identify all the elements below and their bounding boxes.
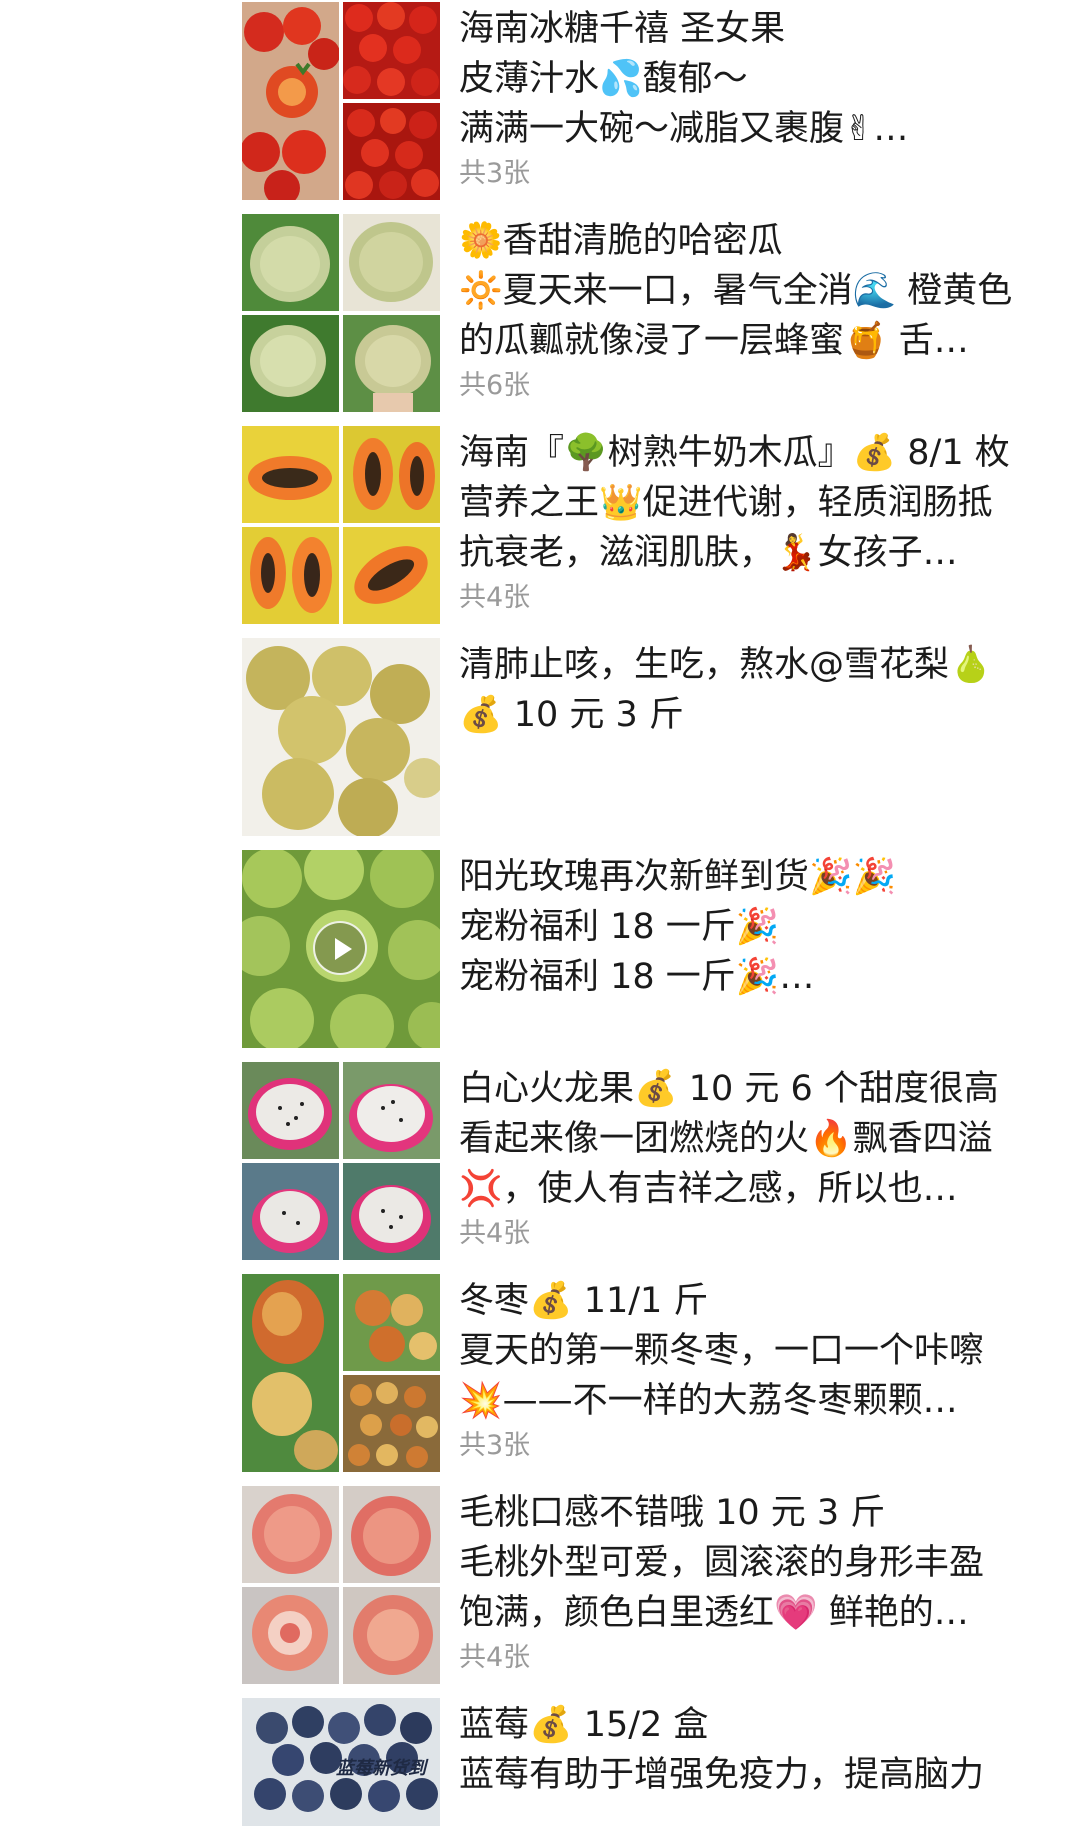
post-text-line: 蓝莓💰 15/2 盒 (459, 1705, 709, 1745)
thumb-caption: 蓝莓新货到 (336, 1758, 426, 1779)
photo-jujube-2[interactable] (343, 1274, 440, 1371)
post-text-line: 白心火龙果💰 10 元 6 个甜度很高 (459, 1069, 999, 1109)
photo-papaya-2[interactable] (343, 426, 440, 523)
photo-count: 共3张 (459, 158, 531, 189)
photo-papaya-1[interactable] (242, 426, 339, 523)
photo-peach-3[interactable] (242, 1587, 339, 1684)
post-text-line: 营养之王👑促进代谢，轻质润肠抵 (459, 483, 993, 523)
post-winter-jujube[interactable]: 冬枣💰 11/1 斤 夏天的第一颗冬枣，一口一个咔嚓 💥——不一样的大荔冬枣颗颗… (242, 1274, 1042, 1474)
post-text-line: 海南冰糖千禧 圣女果 (459, 9, 786, 49)
photo-count: 共3张 (459, 1430, 531, 1461)
photo-dragonfruit-1[interactable] (242, 1062, 339, 1159)
post-text-line: 海南『🌳树熟牛奶木瓜』💰 8/1 枚 (459, 433, 1010, 473)
post-text-line: 💢，使人有吉祥之感，所以也… (459, 1169, 958, 1209)
photo-peach-1[interactable] (242, 1486, 339, 1583)
post-text-line: 💥——不一样的大荔冬枣颗颗… (459, 1381, 958, 1421)
post-text-line: 宠粉福利 18 一斤🎉… (459, 957, 815, 997)
photo-grid[interactable] (242, 426, 440, 624)
post-snow-pear[interactable]: 清肺止咳，生吃，熬水@雪花梨🍐 💰 10 元 3 斤 (242, 638, 1042, 838)
photo-single[interactable]: 蓝莓新货到 (242, 1698, 440, 1826)
post-blueberry[interactable]: 蓝莓新货到 蓝莓💰 15/2 盒 蓝莓有助于增强免疫力，提高脑力 (242, 1698, 1042, 1826)
post-text-line: 皮薄汁水💦馥郁～ (459, 59, 748, 99)
post-text-line: 🔆夏天来一口，暑气全消🌊 橙黄色 (459, 271, 1013, 311)
post-text-line: 冬枣💰 11/1 斤 (459, 1281, 709, 1321)
photo-dragonfruit-2[interactable] (343, 1062, 440, 1159)
post-text-line: 饱满，颜色白里透红💗 鲜艳的… (459, 1593, 969, 1633)
post-shine-muscat[interactable]: 阳光玫瑰再次新鲜到货🎉🎉 宠粉福利 18 一斤🎉 宠粉福利 18 一斤🎉… (242, 850, 1042, 1050)
post-text-line: 清肺止咳，生吃，熬水@雪花梨🍐 (459, 645, 993, 685)
photo-melon-4[interactable] (343, 315, 440, 412)
video-thumbnail[interactable] (242, 850, 440, 1048)
post-papaya[interactable]: 海南『🌳树熟牛奶木瓜』💰 8/1 枚 营养之王👑促进代谢，轻质润肠抵 抗衰老，滋… (242, 426, 1042, 626)
photo-peach-2[interactable] (343, 1486, 440, 1583)
photo-pear[interactable] (242, 638, 440, 836)
post-text-line: 毛桃口感不错哦 10 元 3 斤 (459, 1493, 886, 1533)
photo-grid[interactable] (242, 1274, 440, 1472)
photo-melon-1[interactable] (242, 214, 339, 311)
photo-grid[interactable] (242, 1062, 440, 1260)
photo-grid[interactable] (242, 2, 440, 200)
moments-feed: 海南冰糖千禧 圣女果 皮薄汁水💦馥郁～ 满满一大碗～减脂又裹腹✌… 共3张 🌼香… (0, 0, 1080, 1826)
photo-single[interactable] (242, 638, 440, 836)
post-text-line: 的瓜瓤就像浸了一层蜂蜜🍯 舌… (459, 321, 969, 361)
photo-count: 共4张 (459, 1218, 531, 1249)
photo-tomato-1[interactable] (242, 2, 339, 200)
photo-melon-2[interactable] (343, 214, 440, 311)
post-text-line: 毛桃外型可爱，圆滚滚的身形丰盈 (459, 1543, 985, 1583)
post-cherry-tomato[interactable]: 海南冰糖千禧 圣女果 皮薄汁水💦馥郁～ 满满一大碗～减脂又裹腹✌… 共3张 (242, 2, 1042, 202)
post-peach[interactable]: 毛桃口感不错哦 10 元 3 斤 毛桃外型可爱，圆滚滚的身形丰盈 饱满，颜色白里… (242, 1486, 1042, 1686)
post-text-line: 宠粉福利 18 一斤🎉 (459, 907, 780, 947)
photo-dragonfruit-3[interactable] (242, 1163, 339, 1260)
photo-tomato-3[interactable] (343, 103, 440, 200)
photo-dragonfruit-4[interactable] (343, 1163, 440, 1260)
post-text-line: 蓝莓有助于增强免疫力，提高脑力 (459, 1755, 985, 1795)
photo-grid[interactable] (242, 214, 440, 412)
photo-melon-3[interactable] (242, 315, 339, 412)
post-text-line: 抗衰老，滋润肌肤，💃女孩子… (459, 533, 958, 573)
photo-peach-4[interactable] (343, 1587, 440, 1684)
photo-count: 共6张 (459, 370, 531, 401)
post-text-line: 满满一大碗～减脂又裹腹✌… (459, 109, 909, 149)
photo-papaya-3[interactable] (242, 527, 339, 624)
post-text-line: 阳光玫瑰再次新鲜到货🎉🎉 (459, 857, 897, 897)
photo-jujube-3[interactable] (343, 1375, 440, 1472)
post-text-line: 🌼香甜清脆的哈密瓜 (459, 221, 783, 261)
post-text-line: 看起来像一团燃烧的火🔥飘香四溢 (459, 1119, 993, 1159)
post-text-line: 💰 10 元 3 斤 (459, 695, 684, 735)
photo-jujube-1[interactable] (242, 1274, 339, 1472)
photo-count: 共4张 (459, 582, 531, 613)
photo-count: 共4张 (459, 1642, 531, 1673)
photo-papaya-4[interactable] (343, 527, 440, 624)
photo-tomato-2[interactable] (343, 2, 440, 99)
post-text-line: 夏天的第一颗冬枣，一口一个咔嚓 (459, 1331, 985, 1371)
post-cantaloupe[interactable]: 🌼香甜清脆的哈密瓜 🔆夏天来一口，暑气全消🌊 橙黄色 的瓜瓤就像浸了一层蜂蜜🍯 … (242, 214, 1042, 414)
photo-grid[interactable] (242, 1486, 440, 1684)
play-icon[interactable] (313, 921, 367, 975)
post-dragon-fruit[interactable]: 白心火龙果💰 10 元 6 个甜度很高 看起来像一团燃烧的火🔥飘香四溢 💢，使人… (242, 1062, 1042, 1262)
